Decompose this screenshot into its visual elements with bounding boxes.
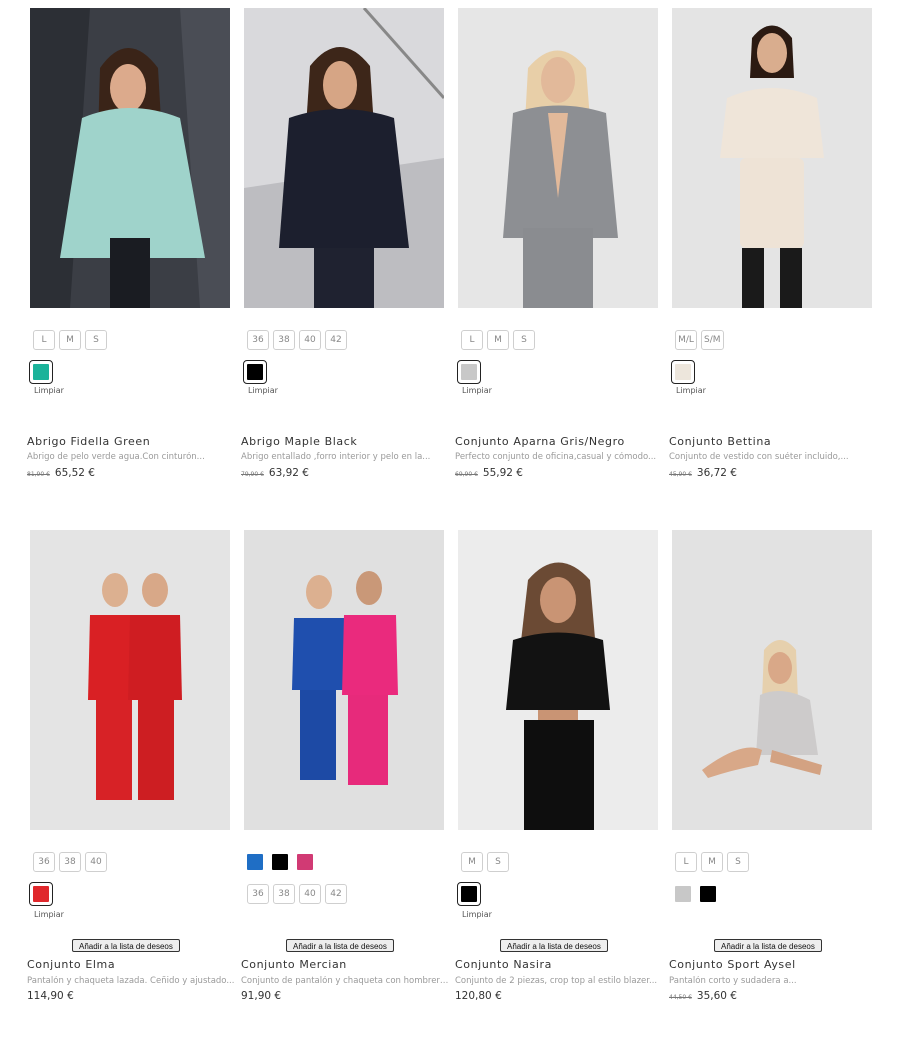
size-option[interactable]: S xyxy=(727,852,749,872)
price: 91,90 € xyxy=(241,990,282,1002)
add-to-wishlist-button[interactable]: Añadir a la lista de deseos xyxy=(500,939,608,952)
product-image[interactable] xyxy=(672,530,872,830)
price: 114,90 € xyxy=(27,990,74,1002)
product-image[interactable] xyxy=(244,8,444,308)
old-price: 81,90 € xyxy=(27,471,50,478)
size-option[interactable]: 38 xyxy=(273,330,295,350)
size-option[interactable]: M xyxy=(461,852,483,872)
clear-link[interactable]: Limpiar xyxy=(462,910,492,919)
size-option[interactable]: S xyxy=(513,330,535,350)
size-option[interactable]: 40 xyxy=(299,884,321,904)
product-name[interactable]: Conjunto Mercian xyxy=(241,958,347,971)
product-description: Abrigo entallado ,forro interior y pelo … xyxy=(241,452,431,462)
color-swatch[interactable] xyxy=(698,884,718,904)
old-price: 69,90 € xyxy=(455,471,478,478)
product-description: Pantalón corto y sudadera a... xyxy=(669,976,797,986)
color-swatch[interactable] xyxy=(295,852,315,872)
size-option[interactable]: S xyxy=(487,852,509,872)
product-description: Abrigo de pelo verde agua.Con cinturón..… xyxy=(27,452,205,462)
product-image[interactable] xyxy=(672,8,872,308)
size-option[interactable]: M xyxy=(487,330,509,350)
price: 65,52 € xyxy=(54,467,95,479)
size-option[interactable]: 40 xyxy=(299,330,321,350)
size-option[interactable]: 36 xyxy=(33,852,55,872)
add-to-wishlist-button[interactable]: Añadir a la lista de deseos xyxy=(714,939,822,952)
product-image[interactable] xyxy=(244,530,444,830)
product-description: Conjunto de 2 piezas, crop top al estilo… xyxy=(455,976,658,986)
product-name[interactable]: Conjunto Sport Aysel xyxy=(669,958,796,971)
product-image[interactable] xyxy=(458,8,658,308)
color-swatch[interactable] xyxy=(29,882,53,906)
product-image[interactable] xyxy=(458,530,658,830)
product-description: Conjunto de pantalón y chaqueta con homb… xyxy=(241,976,451,986)
color-swatch[interactable] xyxy=(457,360,481,384)
product-name[interactable]: Conjunto Nasira xyxy=(455,958,552,971)
color-swatch[interactable] xyxy=(270,852,290,872)
clear-link[interactable]: Limpiar xyxy=(248,386,278,395)
add-to-wishlist-button[interactable]: Añadir a la lista de deseos xyxy=(72,939,180,952)
price: 63,92 € xyxy=(268,467,309,479)
size-option[interactable]: L xyxy=(675,852,697,872)
price: 35,60 € xyxy=(696,990,737,1002)
size-option[interactable]: S/M xyxy=(701,330,724,350)
color-swatch[interactable] xyxy=(457,882,481,906)
old-price: 44,50 € xyxy=(669,994,692,1001)
price: 55,92 € xyxy=(482,467,523,479)
size-option[interactable]: 38 xyxy=(273,884,295,904)
product-description: Perfecto conjunto de oficina,casual y có… xyxy=(455,452,657,462)
product-description: Pantalón y chaqueta lazada. Ceñido y aju… xyxy=(27,976,235,986)
color-swatch[interactable] xyxy=(245,852,265,872)
product-name[interactable]: Conjunto Aparna Gris/Negro xyxy=(455,435,625,448)
clear-link[interactable]: Limpiar xyxy=(676,386,706,395)
product-name[interactable]: Conjunto Bettina xyxy=(669,435,771,448)
size-option[interactable]: S xyxy=(85,330,107,350)
clear-link[interactable]: Limpiar xyxy=(462,386,492,395)
size-option[interactable]: 38 xyxy=(59,852,81,872)
price: 120,80 € xyxy=(455,990,502,1002)
color-swatch[interactable] xyxy=(671,360,695,384)
size-option[interactable]: 42 xyxy=(325,884,347,904)
product-name[interactable]: Abrigo Fidella Green xyxy=(27,435,150,448)
old-price: 79,90 € xyxy=(241,471,264,478)
clear-link[interactable]: Limpiar xyxy=(34,910,64,919)
size-option[interactable]: 42 xyxy=(325,330,347,350)
color-swatch[interactable] xyxy=(243,360,267,384)
size-option[interactable]: L xyxy=(33,330,55,350)
color-swatch[interactable] xyxy=(29,360,53,384)
old-price: 45,90 € xyxy=(669,471,692,478)
size-option[interactable]: 36 xyxy=(247,330,269,350)
size-option[interactable]: L xyxy=(461,330,483,350)
product-name[interactable]: Abrigo Maple Black xyxy=(241,435,357,448)
size-option[interactable]: 36 xyxy=(247,884,269,904)
product-name[interactable]: Conjunto Elma xyxy=(27,958,115,971)
product-image[interactable] xyxy=(30,530,230,830)
add-to-wishlist-button[interactable]: Añadir a la lista de deseos xyxy=(286,939,394,952)
size-option[interactable]: M xyxy=(701,852,723,872)
product-image[interactable] xyxy=(30,8,230,308)
color-swatch[interactable] xyxy=(673,884,693,904)
size-option[interactable]: 40 xyxy=(85,852,107,872)
price: 36,72 € xyxy=(696,467,737,479)
size-option[interactable]: M xyxy=(59,330,81,350)
product-description: Conjunto de vestido con suéter incluido,… xyxy=(669,452,849,462)
clear-link[interactable]: Limpiar xyxy=(34,386,64,395)
size-option[interactable]: M/L xyxy=(675,330,697,350)
